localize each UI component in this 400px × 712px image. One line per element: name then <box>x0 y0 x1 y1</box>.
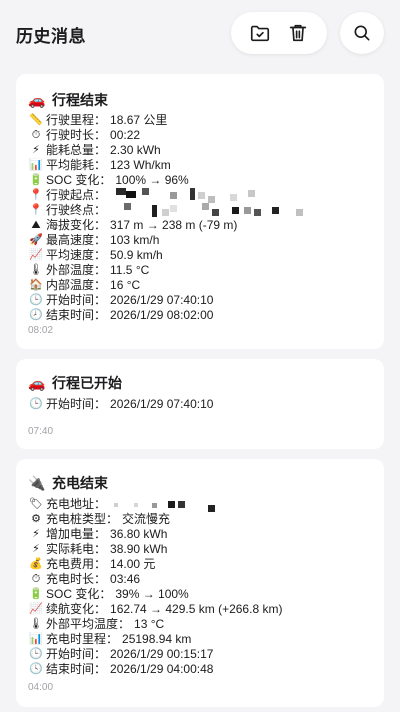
lightning-icon: ⚡ <box>32 543 40 555</box>
detail-row-duration: ⏱ 行驶时长： 00:22 <box>28 128 372 143</box>
card-title: 🔌 充电结束 <box>28 473 372 493</box>
battery-icon: 🔋 <box>29 174 43 186</box>
battery-icon: 🔋 <box>29 588 43 600</box>
car-icon: 🚗 <box>28 374 46 391</box>
detail-row-odometer: 📊 充电时里程： 25198.94 km <box>29 632 192 646</box>
mountain-icon: ⛰ <box>31 219 41 231</box>
money-bag-icon: 💰 <box>29 558 43 570</box>
card-title: 🚗 行程已开始 <box>28 373 372 393</box>
detail-list: 🕒 开始时间： 2026/1/29 07:40:10 <box>28 397 372 412</box>
detail-row-energy: ⚡ 能耗总量： 2.30 kWh <box>28 143 372 158</box>
detail-list: 📏 行驶里程： 18.67 公里 ⏱ 行驶时长： 00:22 ⚡ 能耗总量： 2.30 kW… <box>28 113 372 323</box>
message-card-trip-ended[interactable]: 🚗 行程结束 📏 行驶里程： 18.67 公里 ⏱ 行驶时长： 00:22 ⚡ 能耗总量：… <box>16 74 384 349</box>
message-timestamp: 04:00 <box>28 682 54 693</box>
trash-icon <box>289 24 307 42</box>
detail-row-soc: 🔋 SOC 变化： 100% → 96% <box>29 173 189 187</box>
thermometer-icon: 🌡 <box>29 618 43 630</box>
detail-row-avg-consumption: 📊 平均能耗： 123 Wh/km <box>29 158 171 172</box>
detail-row-start-location: 📍 行驶起点： <box>28 188 372 203</box>
card-title: 🚗 行程结束 <box>28 90 372 110</box>
rocket-icon: 🚀 <box>29 234 43 246</box>
lightning-icon: ⚡ <box>32 144 40 156</box>
trend-chart-icon: 📈 <box>29 249 43 261</box>
house-icon: 🏠 <box>29 279 43 291</box>
redacted-address <box>112 203 322 218</box>
card-title-text: 充电结束 <box>52 475 108 491</box>
lightning-icon: ⚡ <box>32 528 40 540</box>
redacted-address <box>112 497 222 512</box>
detail-row-avg-outside-temp: 🌡 外部平均温度： 13 °C <box>29 617 165 631</box>
message-card-charging-ended[interactable]: 🔌 充电结束 🏷 充电地址： ⚙ 充电桩类型： 交流慢充 ⚡ 增加电量： 36.80 kW… <box>16 459 384 707</box>
detail-row-inside-temp: 🏠 内部温度： 16 °C <box>29 278 141 292</box>
card-title-text: 行程结束 <box>52 92 108 108</box>
detail-row-actual-consumption: ⚡ 实际耗电： 38.90 kWh <box>28 542 372 557</box>
bar-chart-icon: 📊 <box>29 159 43 171</box>
stopwatch-icon: ⏱ <box>31 129 41 141</box>
detail-row-distance: 📏 行驶里程： 18.67 公里 <box>29 113 168 127</box>
pin-icon: 📍 <box>29 204 43 216</box>
card-title-text: 行程已开始 <box>52 375 122 391</box>
detail-row-soc: 🔋 SOC 变化： 39% → 100% <box>29 587 189 601</box>
stopwatch-icon: ⏱ <box>31 573 41 585</box>
action-pill <box>231 12 327 54</box>
page-title: 历史消息 <box>16 27 86 46</box>
detail-row-start-time: 🕒 开始时间： 2026/1/29 00:15:17 <box>29 647 214 661</box>
delete-button[interactable] <box>283 18 313 48</box>
pin-icon: 📍 <box>29 189 43 201</box>
message-card-trip-started[interactable]: 🚗 行程已开始 🕒 开始时间： 2026/1/29 07:40:10 07:40 <box>16 359 384 449</box>
detail-row-charge-duration: ⏱ 充电时长： 03:46 <box>28 572 372 587</box>
redacted-address <box>112 188 262 203</box>
detail-row-range: 📈 续航变化： 162.74 → 429.5 km (+266.8 km) <box>29 602 283 616</box>
detail-row-charge-address: 🏷 充电地址： <box>28 497 372 512</box>
detail-row-avg-speed: 📈 平均速度： 50.9 km/h <box>29 248 163 262</box>
label-tag-icon: 🏷 <box>29 498 43 510</box>
detail-row-end-time: 🕗 结束时间： 2026/1/29 08:02:00 <box>29 308 214 322</box>
folder-check-icon <box>250 25 270 42</box>
detail-row-charge-cost: 💰 充电费用： 14.00 元 <box>29 557 156 571</box>
ruler-icon: 📏 <box>29 114 43 126</box>
thermometer-icon: 🌡 <box>29 264 43 276</box>
clock-icon: 🕒 <box>29 294 43 306</box>
trend-chart-icon: 📈 <box>29 603 43 615</box>
detail-row-start-time: 🕒 开始时间： 2026/1/29 07:40:10 <box>29 293 214 307</box>
car-icon: 🚗 <box>28 91 46 108</box>
detail-row-max-speed: 🚀 最高速度： 103 km/h <box>29 233 160 247</box>
clock-icon: 🕗 <box>29 309 43 321</box>
app-header: 历史消息 <box>0 0 400 66</box>
clock-icon: 🕒 <box>29 648 43 660</box>
message-timestamp: 08:02 <box>28 325 54 336</box>
bar-chart-icon: 📊 <box>29 633 43 645</box>
clock-icon: 🕒 <box>29 398 43 410</box>
clock-icon: 🕓 <box>29 663 43 675</box>
message-timestamp: 07:40 <box>28 426 54 437</box>
search-icon <box>354 25 370 41</box>
export-button[interactable] <box>245 18 275 48</box>
detail-row-end-time: 🕓 结束时间： 2026/1/29 04:00:48 <box>29 662 214 676</box>
search-button[interactable] <box>340 12 384 54</box>
detail-row-outside-temp: 🌡 外部温度： 11.5 °C <box>29 263 150 277</box>
detail-row-altitude: ⛰ 海拔变化： 317 m → 238 m (-79 m) <box>28 218 372 233</box>
detail-row-end-location: 📍 行驶终点： <box>28 203 372 218</box>
plug-icon: 🔌 <box>28 474 46 491</box>
detail-list: 🏷 充电地址： ⚙ 充电桩类型： 交流慢充 ⚡ 增加电量： 36.80 kWh ⚡ 实际耗电… <box>28 497 372 677</box>
gear-icon: ⚙ <box>31 513 41 525</box>
detail-row-start-time: 🕒 开始时间： 2026/1/29 07:40:10 <box>29 397 214 411</box>
detail-row-added-energy: ⚡ 增加电量： 36.80 kWh <box>28 527 372 542</box>
detail-row-charger-type: ⚙ 充电桩类型： 交流慢充 <box>28 512 372 527</box>
